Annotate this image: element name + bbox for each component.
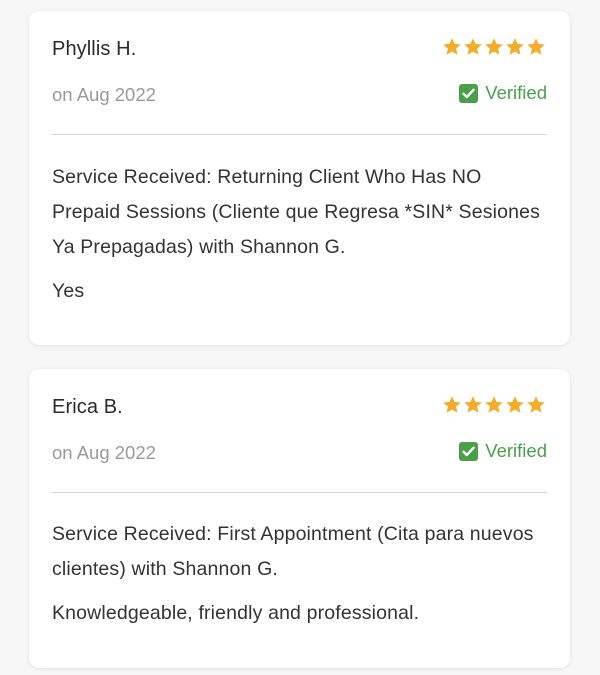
- review-text: Knowledgeable, friendly and professional…: [52, 602, 420, 624]
- divider: [52, 134, 547, 135]
- star-icon: [485, 396, 503, 413]
- checkbox-check-icon: [459, 441, 479, 461]
- star-icon: [527, 38, 545, 55]
- review-card: Phyllis H. on Aug 2022 Verified Service …: [29, 11, 570, 345]
- reviewer-name: Erica B.: [52, 396, 123, 418]
- review-date: on Aug 2022: [52, 84, 156, 105]
- verified-badge: Verified: [459, 440, 547, 462]
- service-received: Service Received: Returning Client Who H…: [52, 166, 540, 258]
- star-icon: [485, 38, 503, 55]
- review-date: on Aug 2022: [52, 442, 156, 463]
- star-icon: [506, 38, 524, 55]
- star-icon: [443, 396, 461, 413]
- reviewer-name: Phyllis H.: [52, 38, 137, 60]
- star-icon: [443, 38, 461, 55]
- checkbox-check-icon: [459, 83, 479, 103]
- verified-label: Verified: [485, 82, 547, 103]
- star-icon: [506, 396, 524, 413]
- reviews-list: Phyllis H. on Aug 2022 Verified Service …: [0, 0, 600, 675]
- star-icon: [527, 396, 545, 413]
- star-icon: [464, 38, 482, 55]
- star-rating: [442, 395, 546, 415]
- review-text: Yes: [52, 280, 85, 302]
- verified-label: Verified: [485, 440, 547, 461]
- verified-badge: Verified: [459, 82, 547, 104]
- star-icon: [464, 396, 482, 413]
- divider: [52, 492, 547, 493]
- review-card: Erica B. on Aug 2022 Verified Service Re…: [29, 369, 570, 668]
- star-rating: [442, 37, 546, 57]
- service-received: Service Received: First Appointment (Cit…: [52, 523, 534, 580]
